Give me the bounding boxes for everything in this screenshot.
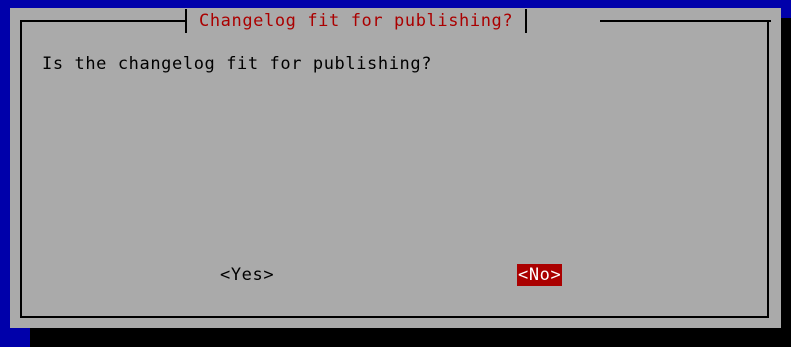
yes-button[interactable]: <Yes>	[220, 264, 274, 286]
dialog-frame-top-left	[20, 20, 193, 22]
no-button[interactable]: <No>	[517, 264, 563, 286]
title-divider-right	[525, 9, 528, 33]
dialog-title: Changelog fit for publishing?	[199, 11, 514, 31]
dialog-shadow-bottom	[30, 328, 791, 347]
dialog-shadow-right	[781, 18, 791, 347]
dialog-title-bar: Changelog fit for publishing?	[185, 9, 528, 33]
dialog-frame-top-right	[600, 20, 771, 22]
confirm-dialog: Changelog fit for publishing? Is the cha…	[10, 8, 781, 328]
dialog-message: Is the changelog fit for publishing?	[42, 54, 433, 74]
